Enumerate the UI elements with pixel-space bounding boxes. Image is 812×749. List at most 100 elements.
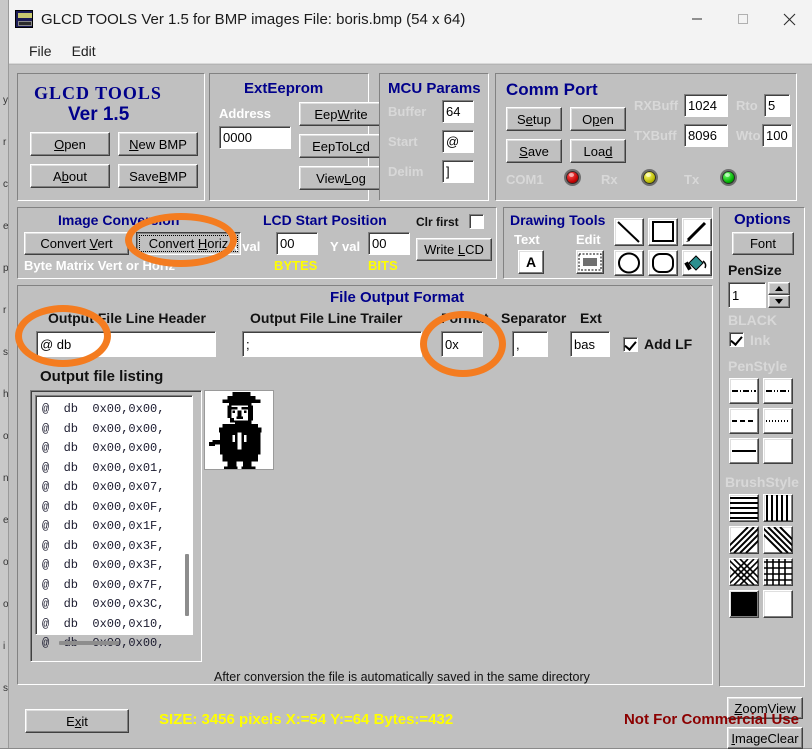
line-tool-icon[interactable]: [614, 218, 644, 246]
window-controls: [674, 0, 812, 38]
penstyle-null[interactable]: [763, 438, 793, 464]
edit-tool-label: Edit: [576, 232, 601, 247]
menu-item-edit[interactable]: Edit: [62, 41, 106, 61]
penstyle-dash-dot[interactable]: [729, 378, 759, 404]
new-bmp-button[interactable]: New BMP: [118, 132, 198, 156]
ellipse-tool-icon[interactable]: [614, 250, 644, 276]
x-val-field[interactable]: 00: [276, 232, 318, 255]
load-port-button[interactable]: Load: [570, 139, 626, 163]
clr-first-checkbox[interactable]: [469, 214, 484, 229]
penstyle-dashed[interactable]: [729, 408, 759, 434]
penstyle-label: PenStyle: [728, 358, 787, 374]
save-port-button[interactable]: Save: [506, 139, 562, 163]
write-lcd-button[interactable]: Write LCD: [416, 238, 492, 261]
rx-label: Rx: [601, 172, 618, 187]
convert-vert-button[interactable]: Convert Vert: [24, 232, 129, 255]
separator-input[interactable]: ,: [512, 331, 548, 357]
penstyle-dotted[interactable]: [763, 408, 793, 434]
pensize-label: PenSize: [728, 262, 782, 278]
minimize-icon[interactable]: [674, 0, 720, 38]
address-field[interactable]: 0000: [219, 126, 291, 149]
x-unit-label: BYTES: [274, 258, 317, 273]
delim-label: Delim: [388, 164, 423, 179]
ext-input[interactable]: bas: [570, 331, 610, 357]
brush-backward-diagonal-hatch[interactable]: [729, 526, 759, 554]
output-header-input[interactable]: @ db: [36, 331, 216, 357]
mcu-params-title: MCU Params: [388, 80, 481, 97]
brand-panel: GLCD TOOLS Ver 1.5 Open New BMP About Sa…: [17, 73, 205, 201]
output-header-label: Output File Line Header: [48, 310, 206, 326]
maximize-icon[interactable]: [720, 0, 766, 38]
view-log-button[interactable]: ViewLog: [299, 166, 383, 190]
y-val-field[interactable]: 00: [368, 232, 410, 255]
clr-first-label: Clr first: [416, 215, 459, 229]
pensize-field[interactable]: 1: [728, 282, 766, 308]
bmp-preview-thumbnail[interactable]: [204, 390, 274, 470]
pensize-stepper-down[interactable]: [768, 295, 790, 308]
font-button[interactable]: Font: [732, 232, 794, 255]
rectangle-tool-icon[interactable]: [648, 218, 678, 246]
open-button[interactable]: Open: [30, 132, 110, 156]
rounded-rect-tool-icon[interactable]: [648, 250, 678, 276]
delim-field[interactable]: ]: [442, 160, 474, 183]
wto-field[interactable]: 100: [762, 124, 792, 147]
output-trailer-input[interactable]: ;: [242, 331, 422, 357]
brush-solid-black[interactable]: [729, 590, 759, 618]
rx-status-led: [641, 169, 658, 186]
setup-button[interactable]: Setup: [506, 107, 562, 131]
text-tool-button[interactable]: A: [518, 250, 544, 274]
ext-label: Ext: [580, 310, 602, 326]
exit-button[interactable]: Exit: [25, 709, 129, 733]
pensize-stepper-up[interactable]: [768, 282, 790, 295]
brush-cross-hatch[interactable]: [763, 558, 793, 586]
separator-label: Separator: [501, 310, 566, 326]
brand-title: GLCD TOOLS: [34, 83, 162, 104]
y-unit-label: BITS: [368, 258, 398, 273]
txbuff-label: TXBuff: [634, 128, 677, 143]
start-field[interactable]: @: [442, 130, 474, 153]
output-listing-horizontal-scrollbar[interactable]: [59, 641, 119, 645]
brush-vertical-hatch[interactable]: [763, 494, 793, 522]
output-listing-vertical-scrollbar[interactable]: [185, 554, 189, 616]
rto-field[interactable]: 5: [764, 94, 790, 117]
com-port-label: COM1: [506, 172, 544, 187]
penstyle-dash-dot-dot[interactable]: [763, 378, 793, 404]
rto-label: Rto: [736, 98, 758, 113]
brush-forward-diagonal-hatch[interactable]: [763, 526, 793, 554]
about-button[interactable]: About: [30, 164, 110, 188]
rxbuff-field[interactable]: 1024: [684, 94, 728, 117]
txbuff-field[interactable]: 8096: [684, 124, 728, 147]
drawing-tools-title: Drawing Tools: [510, 212, 605, 228]
eep-write-button[interactable]: EepWrite: [299, 102, 383, 126]
add-lf-checkbox[interactable]: [623, 337, 638, 352]
convert-horiz-button[interactable]: Convert Horiz: [136, 232, 241, 255]
title-bar: GLCD TOOLS Ver 1.5 for BMP images File: …: [9, 0, 812, 38]
file-output-format-title: File Output Format: [330, 289, 464, 306]
lcd-start-position-title: LCD Start Position: [263, 212, 387, 228]
byte-matrix-hint: Byte Matrix Vert or Horiz: [24, 258, 175, 273]
open-port-button[interactable]: Open: [570, 107, 626, 131]
text-tool-label: Text: [514, 232, 540, 247]
status-notice-text: Not For Commercial Use: [624, 711, 799, 728]
format-input[interactable]: 0x: [441, 331, 483, 357]
output-listing-box[interactable]: @ db 0x00,0x00, @ db 0x00,0x00, @ db 0x0…: [35, 395, 193, 635]
output-trailer-label: Output File Line Trailer: [250, 310, 402, 326]
brush-horizontal-hatch[interactable]: [729, 494, 759, 522]
pencil-tool-icon[interactable]: [682, 218, 712, 246]
edit-region-icon[interactable]: [576, 250, 604, 274]
buffer-field[interactable]: 64: [442, 100, 474, 123]
penstyle-solid[interactable]: [729, 438, 759, 464]
auto-save-hint: After conversion the file is automatical…: [214, 670, 590, 684]
close-icon[interactable]: [766, 0, 812, 38]
fill-bucket-tool-icon[interactable]: [682, 250, 712, 276]
ext-eeprom-panel: ExtEeprom Address 0000 EepWrite EepToLcd…: [209, 73, 369, 201]
save-bmp-button[interactable]: SaveBMP: [118, 164, 198, 188]
eep-to-lcd-button[interactable]: EepToLcd: [299, 134, 383, 158]
ink-checkbox[interactable]: [729, 332, 744, 347]
output-listing-title: Output file listing: [40, 368, 163, 385]
menu-bar: File Edit: [9, 38, 812, 64]
focus-rectangle: [139, 235, 238, 252]
brush-solid-white[interactable]: [763, 590, 793, 618]
brush-diagonal-cross-hatch[interactable]: [729, 558, 759, 586]
menu-item-file[interactable]: File: [19, 41, 62, 61]
